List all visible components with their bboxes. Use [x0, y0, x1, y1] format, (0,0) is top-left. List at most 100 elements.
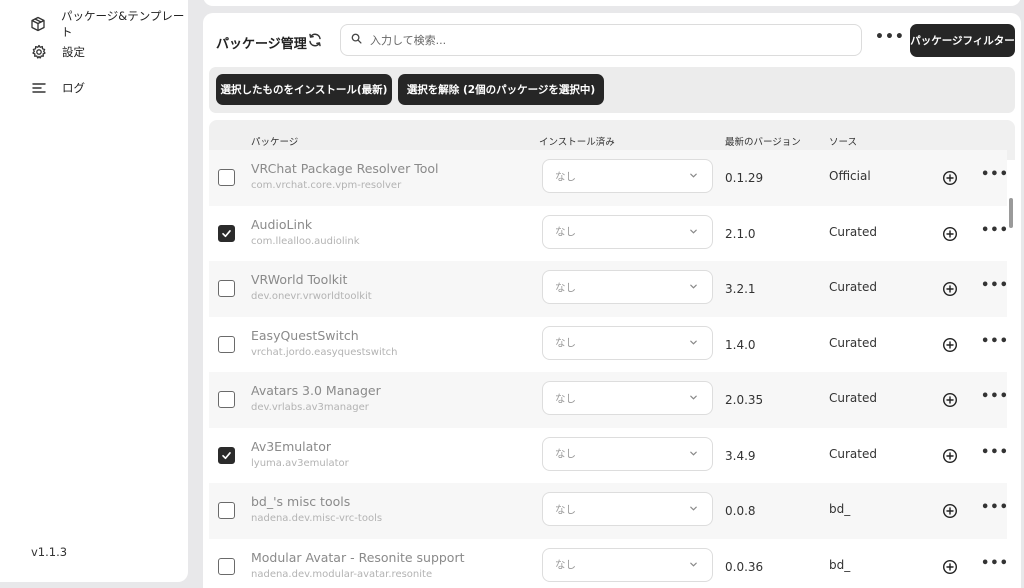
package-filter-button[interactable]: パッケージフィルター [910, 24, 1015, 57]
add-package-button[interactable] [942, 226, 958, 242]
row-more-button[interactable]: ••• [981, 223, 1009, 238]
refresh-button[interactable] [304, 30, 326, 52]
row-checkbox[interactable] [218, 557, 235, 575]
plus-circle-icon [942, 337, 958, 352]
top-panel-edge [203, 0, 1021, 6]
column-header-source[interactable]: ソース [829, 134, 857, 148]
table-row[interactable]: Avatars 3.0 Manager dev.vrlabs.av3manage… [209, 372, 1009, 428]
row-checkbox[interactable] [218, 169, 235, 186]
package-icon [30, 15, 47, 33]
row-checkbox[interactable] [218, 280, 235, 297]
installed-version-select[interactable]: なし [542, 159, 713, 193]
installed-version-select[interactable]: なし [542, 547, 713, 582]
sidebar-item-log[interactable]: ログ [30, 79, 85, 97]
row-more-button[interactable]: ••• [981, 389, 1009, 404]
package-name: VRChat Package Resolver Tool [251, 161, 439, 176]
column-header-installed[interactable]: インストール済み [539, 134, 615, 148]
package-id: dev.onevr.vrworldtoolkit [251, 291, 372, 302]
add-package-button[interactable] [942, 392, 958, 408]
installed-version-value: なし [555, 448, 576, 460]
chevron-down-icon [689, 560, 698, 572]
installed-version-value: なし [555, 559, 576, 571]
latest-version: 3.2.1 [725, 282, 756, 296]
package-id: com.llealloo.audiolink [251, 235, 360, 247]
latest-version: 0.0.36 [725, 559, 764, 574]
table-row[interactable]: AudioLink com.llealloo.audiolink なし 2.1.… [209, 206, 1009, 262]
installed-version-select[interactable]: なし [542, 381, 713, 415]
chevron-down-icon [689, 227, 698, 239]
search-field[interactable] [340, 24, 862, 56]
table-row[interactable]: EasyQuestSwitch vrchat.jordo.easyquestsw… [209, 317, 1009, 373]
latest-version: 2.0.35 [725, 393, 764, 407]
table-row[interactable]: Modular Avatar - Resonite support nadena… [209, 539, 1009, 588]
add-package-button[interactable] [942, 337, 958, 353]
sidebar: パッケージ&テンプレート 設定 ログ v1.1.3 [0, 0, 188, 582]
sidebar-item-label: 設定 [62, 45, 85, 59]
package-source: bd_ [829, 502, 851, 516]
package-source: Curated [829, 391, 877, 405]
sidebar-item-settings[interactable]: 設定 [30, 43, 85, 61]
more-options-button[interactable]: ••• [875, 29, 905, 45]
row-checkbox[interactable] [218, 335, 235, 353]
installed-version-select[interactable]: なし [542, 492, 713, 526]
column-header-package[interactable]: パッケージ [251, 134, 298, 148]
sidebar-item-packages-templates[interactable]: パッケージ&テンプレート [30, 8, 188, 40]
chevron-down-icon [689, 171, 698, 183]
table-row[interactable]: bd_'s misc tools nadena.dev.misc-vrc-too… [209, 483, 1009, 539]
package-name: Modular Avatar - Resonite support [251, 549, 465, 565]
refresh-icon [307, 32, 323, 51]
plus-circle-icon [942, 559, 958, 574]
sidebar-item-label: パッケージ&テンプレート [60, 9, 185, 39]
installed-version-select[interactable]: なし [542, 325, 713, 360]
bulk-action-bar: 選択したものをインストール(最新) 選択を解除 (2個のパッケージを選択中) [209, 67, 1015, 113]
row-checkbox[interactable] [218, 502, 235, 519]
add-package-button[interactable] [942, 503, 958, 519]
row-more-button[interactable]: ••• [981, 500, 1009, 515]
checkmark-icon [222, 229, 231, 237]
add-package-button[interactable] [942, 559, 958, 575]
row-more-button[interactable]: ••• [981, 556, 1009, 571]
deselect-button[interactable]: 選択を解除 (2個のパッケージを選択中) [398, 74, 604, 105]
row-checkbox[interactable] [218, 391, 235, 408]
package-source: Curated [829, 446, 877, 461]
install-selected-button[interactable]: 選択したものをインストール(最新) [216, 74, 392, 105]
row-more-button[interactable]: ••• [981, 445, 1009, 460]
installed-version-value: なし [555, 503, 576, 516]
row-checkbox[interactable] [218, 446, 235, 464]
installed-version-select[interactable]: なし [542, 270, 713, 304]
gear-icon [30, 43, 48, 61]
package-name: AudioLink [251, 216, 313, 232]
sidebar-item-label: ログ [62, 81, 85, 95]
package-id: vrchat.jordo.easyquestswitch [251, 346, 398, 358]
chevron-down-icon [689, 282, 698, 294]
installed-version-select[interactable]: なし [542, 214, 713, 249]
installed-version-select[interactable]: なし [542, 436, 713, 471]
app-version: v1.1.3 [31, 545, 68, 559]
package-source: Curated [829, 224, 877, 239]
column-header-latest[interactable]: 最新のバージョン [725, 134, 801, 148]
table-row[interactable]: VRWorld Toolkit dev.onevr.vrworldtoolkit… [209, 261, 1009, 317]
package-name: EasyQuestSwitch [251, 327, 359, 343]
installed-version-value: なし [555, 226, 576, 238]
search-input[interactable] [370, 33, 850, 47]
add-package-button[interactable] [942, 448, 958, 464]
table-row[interactable]: VRChat Package Resolver Tool com.vrchat.… [209, 150, 1009, 206]
row-more-button[interactable]: ••• [981, 167, 1009, 182]
add-package-button[interactable] [942, 170, 958, 186]
row-checkbox[interactable] [218, 224, 235, 242]
plus-circle-icon [942, 503, 958, 519]
latest-version: 1.4.0 [725, 337, 756, 352]
package-name: Avatars 3.0 Manager [251, 383, 381, 398]
plus-circle-icon [942, 281, 958, 297]
chevron-down-icon [689, 449, 698, 461]
row-more-button[interactable]: ••• [981, 334, 1009, 349]
plus-circle-icon [942, 226, 958, 241]
row-more-button[interactable]: ••• [981, 278, 1009, 293]
latest-version: 3.4.9 [725, 448, 756, 463]
latest-version: 0.1.29 [725, 171, 764, 185]
add-package-button[interactable] [942, 281, 958, 297]
installed-version-value: なし [555, 392, 576, 405]
search-icon [351, 33, 362, 47]
table-row[interactable]: Av3Emulator lyuma.av3emulator なし 3.4.9 C… [209, 428, 1009, 484]
scrollbar-thumb[interactable] [1009, 198, 1013, 228]
